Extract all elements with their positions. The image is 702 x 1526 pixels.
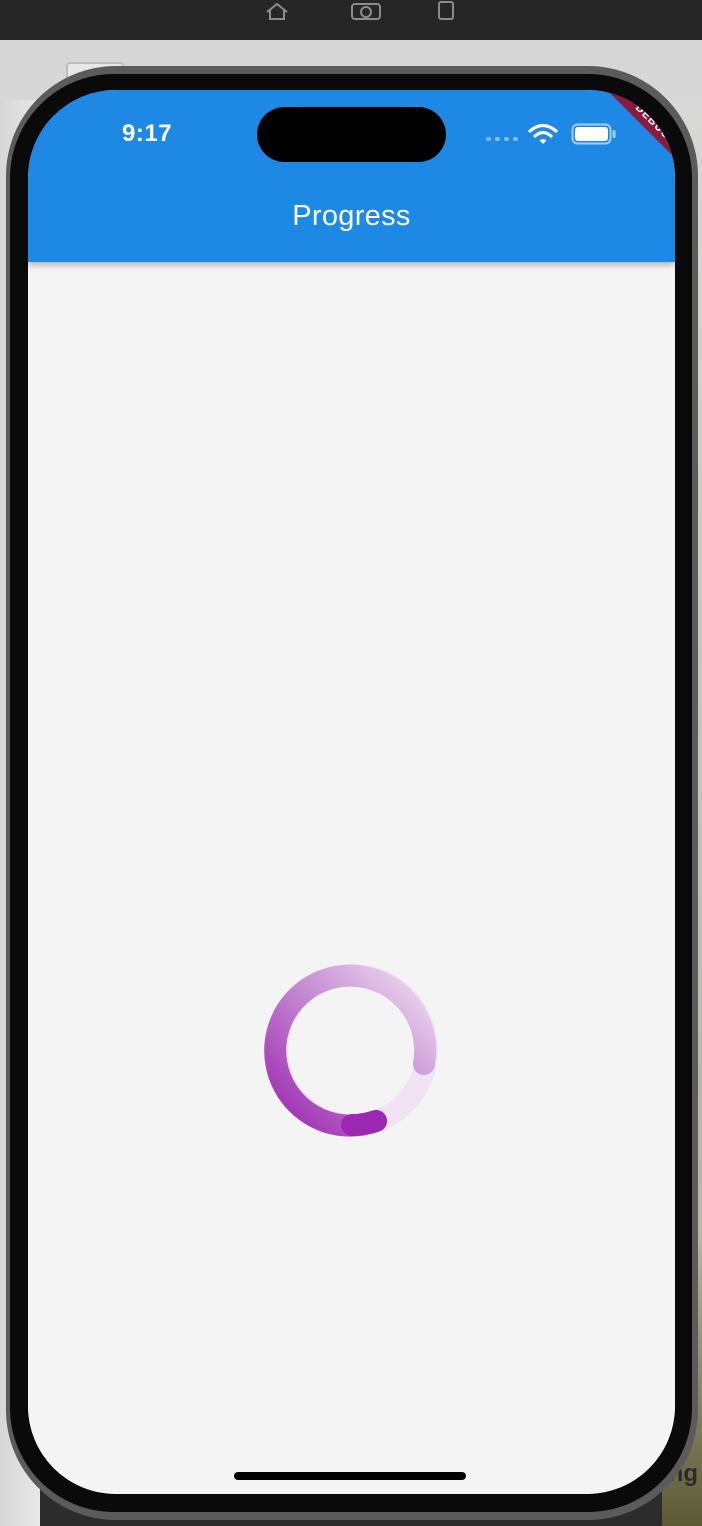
home-icon[interactable] <box>264 0 290 20</box>
status-time: 9:17 <box>122 120 173 147</box>
camera-icon[interactable] <box>350 0 381 20</box>
page-title: Progress <box>292 200 411 232</box>
cellular-signal-icon <box>486 137 520 141</box>
dynamic-island <box>257 107 446 162</box>
wifi-icon <box>528 122 558 146</box>
rotate-icon[interactable] <box>434 0 460 20</box>
home-indicator[interactable] <box>234 1472 466 1480</box>
phone-screen: 9:17 Progress DEBUG <box>28 90 675 1494</box>
progress-spinner-icon <box>264 962 440 1138</box>
app-bar: 9:17 Progress <box>28 90 675 262</box>
debug-banner-label: DEBUG <box>603 90 675 172</box>
simulator-window: ng 9:17 Progress DEBUG <box>0 0 702 1526</box>
simulator-toolbar <box>0 0 702 41</box>
debug-banner: DEBUG <box>585 90 675 180</box>
content-area <box>28 262 675 1494</box>
